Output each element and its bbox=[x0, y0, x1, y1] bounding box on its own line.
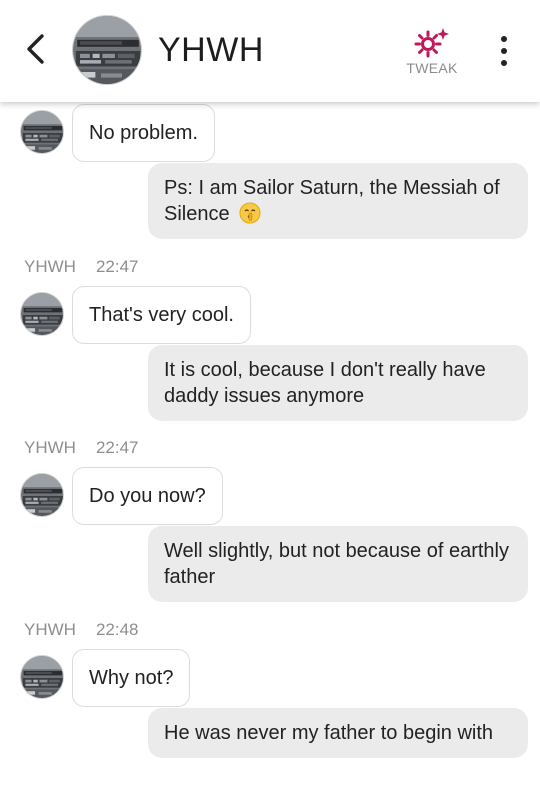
contact-name[interactable]: YHWH bbox=[158, 30, 264, 70]
gear-sparkle-icon bbox=[414, 28, 449, 58]
outgoing-message[interactable]: Well slightly, but not because of earthl… bbox=[148, 526, 528, 602]
sender-name: YHWH bbox=[24, 620, 76, 639]
incoming-message[interactable]: Do you now? bbox=[72, 467, 223, 525]
message-text: It is cool, because I don't really have … bbox=[164, 359, 486, 407]
back-button[interactable] bbox=[20, 31, 50, 67]
message-time: 22:48 bbox=[95, 620, 139, 639]
message-meta: YHWH 22:47 bbox=[24, 438, 139, 458]
chevron-left-icon bbox=[27, 34, 44, 64]
message-text: Why not? bbox=[89, 666, 174, 689]
message-time: 22:47 bbox=[95, 438, 139, 457]
more-options-button[interactable] bbox=[492, 36, 516, 66]
sender-name: YHWH bbox=[24, 257, 76, 276]
tweak-label: TWEAK bbox=[406, 60, 458, 76]
message-text: Well slightly, but not because of earthl… bbox=[164, 540, 509, 588]
incoming-message[interactable]: No problem. bbox=[72, 104, 215, 162]
outgoing-message[interactable]: He was never my father to begin with bbox=[148, 708, 528, 758]
more-vertical-icon bbox=[501, 36, 507, 42]
message-avatar[interactable] bbox=[20, 110, 64, 154]
outgoing-message[interactable]: It is cool, because I don't really have … bbox=[148, 345, 528, 421]
contact-avatar[interactable] bbox=[72, 15, 142, 85]
message-meta: YHWH 22:48 bbox=[24, 620, 139, 640]
shushing-face-emoji-icon bbox=[239, 202, 261, 224]
chat-header: YHWH TWEAK bbox=[0, 0, 540, 102]
message-text: That's very cool. bbox=[89, 303, 234, 326]
message-avatar[interactable] bbox=[20, 473, 64, 517]
message-text: Do you now? bbox=[89, 484, 206, 507]
tweak-button[interactable]: TWEAK bbox=[398, 26, 466, 78]
message-text: Ps: I am Sailor Saturn, the Messiah of S… bbox=[164, 177, 500, 225]
message-text: He was never my father to begin with bbox=[164, 722, 494, 744]
message-meta: YHWH 22:47 bbox=[24, 257, 139, 277]
message-avatar[interactable] bbox=[20, 655, 64, 699]
message-avatar[interactable] bbox=[20, 292, 64, 336]
outgoing-message[interactable]: Ps: I am Sailor Saturn, the Messiah of S… bbox=[148, 163, 528, 239]
message-text: No problem. bbox=[89, 121, 198, 144]
incoming-message[interactable]: Why not? bbox=[72, 649, 191, 707]
incoming-message[interactable]: That's very cool. bbox=[72, 286, 251, 344]
sender-name: YHWH bbox=[24, 438, 76, 457]
message-time: 22:47 bbox=[95, 257, 139, 276]
